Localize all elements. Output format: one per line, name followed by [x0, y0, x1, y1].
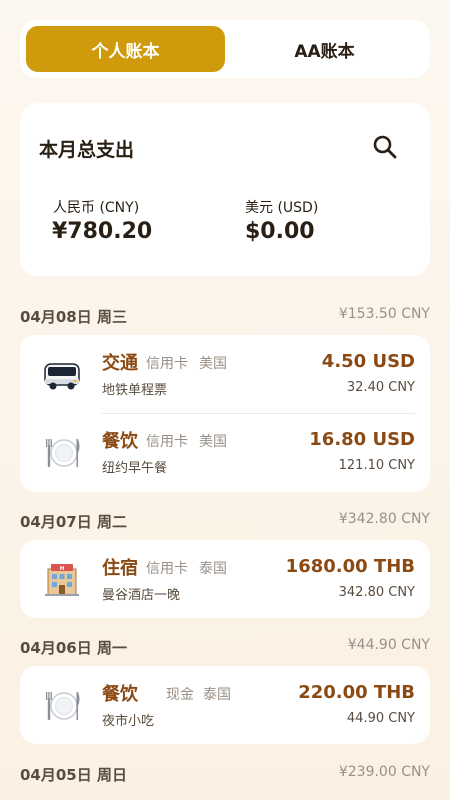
day-total: ¥153.50 CNY — [338, 306, 430, 322]
ledger-tabs: 个人账本 AA账本 — [20, 20, 430, 78]
day-total: ¥239.00 CNY — [338, 764, 430, 780]
expense-description: 纽约早午餐 — [102, 461, 168, 476]
country-tag: 泰国 — [203, 687, 231, 703]
expense-entry[interactable]: 交通 信用卡 美国 地铁单程票 4.50 USD 32.40 CNY — [20, 335, 430, 413]
country-tag: 泰国 — [199, 561, 227, 577]
usd-total: $0.00 — [245, 219, 315, 244]
category-label: 餐饮 — [102, 431, 138, 452]
day-card: 交通 信用卡 美国 地铁单程票 4.50 USD 32.40 CNY 餐饮 信用… — [20, 335, 430, 492]
country-tag: 美国 — [199, 434, 227, 450]
tab-aa-ledger[interactable]: AA账本 — [225, 26, 424, 72]
expense-amount: 1680.00 THB — [285, 556, 415, 577]
day-card: 餐饮 现金 泰国 夜市小吃 220.00 THB 44.90 CNY — [20, 666, 430, 744]
bus-icon — [44, 363, 80, 390]
search-icon[interactable] — [372, 134, 398, 160]
expense-entry[interactable]: H 住宿 信用卡 泰国 曼谷酒店一晚 1680.00 THB 342.80 CN… — [20, 540, 430, 618]
payment-method: 现金 — [166, 687, 194, 703]
expense-entry[interactable]: 餐饮 信用卡 美国 纽约早午餐 16.80 USD 121.10 CNY — [20, 413, 430, 491]
day-total: ¥44.90 CNY — [347, 637, 430, 653]
expense-cny: 32.40 CNY — [346, 380, 415, 395]
expense-description: 曼谷酒店一晚 — [102, 588, 181, 603]
expense-description: 夜市小吃 — [102, 714, 155, 729]
monthly-summary-card: 本月总支出 人民币 (CNY) ¥780.20 美元 (USD) $0.00 — [20, 103, 430, 276]
dining-icon — [46, 439, 80, 467]
cny-label: 人民币 (CNY) — [53, 200, 140, 216]
day-date: 04月05日 周日 — [20, 766, 127, 784]
usd-label: 美元 (USD) — [245, 200, 319, 216]
tab-personal-ledger[interactable]: 个人账本 — [26, 26, 225, 72]
expense-description: 地铁单程票 — [102, 383, 168, 398]
day-total: ¥342.80 CNY — [338, 511, 430, 527]
expense-cny: 44.90 CNY — [346, 711, 415, 726]
category-label: 交通 — [102, 353, 138, 374]
dining-icon — [46, 692, 80, 720]
day-header: 04月08日 周三 ¥153.50 CNY — [20, 306, 430, 326]
day-date: 04月08日 周三 — [20, 308, 127, 326]
category-label: 餐饮 — [102, 684, 138, 705]
expense-amount: 4.50 USD — [321, 351, 415, 372]
payment-method: 信用卡 — [146, 561, 188, 577]
day-header: 04月07日 周二 ¥342.80 CNY — [20, 511, 430, 531]
country-tag: 美国 — [199, 356, 227, 372]
day-card: H 住宿 信用卡 泰国 曼谷酒店一晚 1680.00 THB 342.80 CN… — [20, 540, 430, 618]
payment-method: 信用卡 — [146, 434, 188, 450]
expense-entry[interactable]: 餐饮 现金 泰国 夜市小吃 220.00 THB 44.90 CNY — [20, 666, 430, 744]
day-date: 04月07日 周二 — [20, 513, 127, 531]
cny-total: ¥780.20 — [52, 219, 153, 244]
summary-title: 本月总支出 — [39, 139, 135, 161]
category-label: 住宿 — [102, 558, 138, 579]
day-header: 04月06日 周一 ¥44.90 CNY — [20, 637, 430, 657]
expense-amount: 16.80 USD — [309, 429, 415, 450]
hotel-icon: H — [45, 564, 79, 596]
expense-amount: 220.00 THB — [298, 682, 415, 703]
day-date: 04月06日 周一 — [20, 639, 127, 657]
expense-cny: 342.80 CNY — [338, 585, 415, 600]
payment-method: 信用卡 — [146, 356, 188, 372]
day-header: 04月05日 周日 ¥239.00 CNY — [20, 764, 430, 784]
expense-cny: 121.10 CNY — [338, 458, 415, 473]
svg-text:H: H — [60, 566, 65, 572]
